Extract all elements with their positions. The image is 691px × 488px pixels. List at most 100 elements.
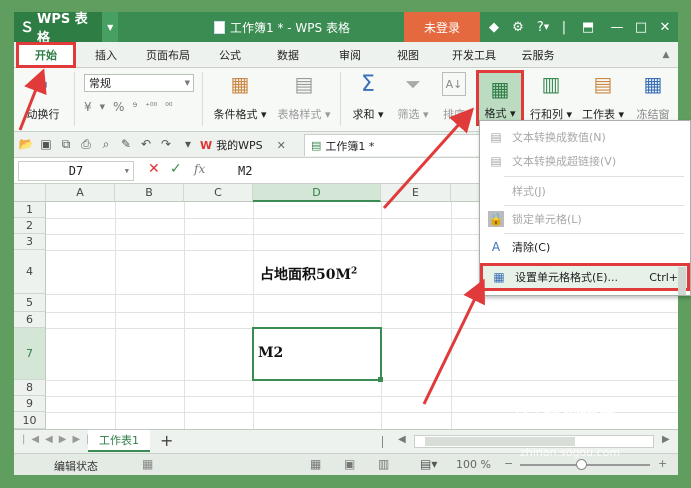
thousands-icon[interactable]: ⁹ xyxy=(132,100,137,114)
row-col-icon: ▥ xyxy=(541,72,561,96)
row-header-5[interactable]: 5 xyxy=(14,294,46,312)
sheet-tab-1[interactable]: 工作表1 xyxy=(88,430,150,452)
row-header-1[interactable]: 1 xyxy=(14,202,46,218)
filter-button[interactable]: ⏷ 筛选 ▾ xyxy=(392,72,434,122)
column-header-a[interactable]: A xyxy=(46,184,115,202)
sheet-nav-arrows[interactable]: |◀◀▶▶| xyxy=(22,434,96,445)
add-sheet-button[interactable]: + xyxy=(160,431,173,450)
tab-workbook[interactable]: ▤ 工作簿1 * ✕ xyxy=(304,134,504,156)
minimize-icon[interactable]: — xyxy=(606,12,628,42)
row-header-9[interactable]: 9 xyxy=(14,396,46,412)
export-icon[interactable]: ⧉ xyxy=(58,136,74,152)
tab-insert[interactable]: 插入 xyxy=(88,42,124,68)
gridline xyxy=(253,202,254,429)
row-header-8[interactable]: 8 xyxy=(14,380,46,396)
freeze-icon: ▦ xyxy=(643,72,663,96)
column-header-e[interactable]: E xyxy=(381,184,451,202)
tab-developer[interactable]: 开发工具 xyxy=(444,42,504,68)
currency-icon[interactable]: ¥ xyxy=(84,100,92,114)
table-style-button[interactable]: ▤ 表格样式 ▾ xyxy=(272,72,336,122)
zoom-slider[interactable] xyxy=(520,459,650,470)
formula-input[interactable]: M2 xyxy=(238,161,252,181)
settings-icon[interactable]: ⚙ xyxy=(508,12,528,42)
tab-my-wps[interactable]: W 我的WPS ✕ xyxy=(194,134,292,156)
save-icon[interactable]: ▣ xyxy=(38,136,54,152)
column-header-d[interactable]: D xyxy=(253,184,381,202)
edit-state-label: 编辑状态 xyxy=(54,460,98,473)
freeze-button[interactable]: ▦ 冻结窗 xyxy=(630,72,676,122)
increase-decimal-icon[interactable]: ⁺⁰⁰ xyxy=(145,102,157,112)
vertical-scrollbar[interactable] xyxy=(678,267,686,295)
zoom-slider-thumb[interactable] xyxy=(576,459,587,470)
number-format-select[interactable]: 常规 ▼ xyxy=(84,74,194,92)
menu-item-text-to-number[interactable]: ▤ 文本转换成数值(N) xyxy=(480,125,690,149)
page-break-view-icon[interactable]: ▥ xyxy=(378,457,389,471)
app-menu-button[interactable]: Ｓ WPS 表格 ▼ xyxy=(14,12,118,46)
confirm-icon[interactable]: ✓ xyxy=(170,161,182,177)
calendar-icon[interactable]: ▦ xyxy=(142,457,153,471)
chevron-up-icon[interactable]: ▲ xyxy=(658,42,674,68)
format-button[interactable]: ▦ 格式 ▾ xyxy=(476,70,524,126)
select-all-corner[interactable] xyxy=(14,184,46,202)
format-painter-icon[interactable]: ✎ xyxy=(118,136,134,152)
menu-item-style[interactable]: 样式(J) xyxy=(480,179,690,203)
zoom-in-icon[interactable]: + xyxy=(658,457,667,470)
cancel-icon[interactable]: ✕ xyxy=(148,161,160,177)
wrap-text-button[interactable]: ↵ 动换行 xyxy=(14,74,72,122)
tab-data[interactable]: 数据 xyxy=(270,42,306,68)
normal-view-icon[interactable]: ▦ xyxy=(310,457,321,471)
fill-handle[interactable] xyxy=(378,377,383,382)
row-header-6[interactable]: 6 xyxy=(14,312,46,328)
print-preview-icon[interactable]: ⌕ xyxy=(98,136,114,152)
zoom-level[interactable]: 100 % xyxy=(456,458,491,471)
redo-icon[interactable]: ↷ xyxy=(158,136,174,152)
menu-item-clear[interactable]: A 清除(C) xyxy=(480,235,690,259)
sum-button[interactable]: Σ 求和 ▾ xyxy=(346,72,390,122)
tab-review[interactable]: 审阅 xyxy=(332,42,368,68)
tab-formula[interactable]: 公式 xyxy=(212,42,248,68)
conditional-format-button[interactable]: ▦ 条件格式 ▾ xyxy=(208,72,272,122)
maximize-icon[interactable]: □ xyxy=(630,12,652,42)
zoom-out-icon[interactable]: − xyxy=(504,457,513,470)
menu-item-text-to-hyperlink[interactable]: ▤ 文本转换成超链接(V) xyxy=(480,149,690,173)
row-header-4[interactable]: 4 xyxy=(14,250,46,294)
row-header-10[interactable]: 10 xyxy=(14,412,46,429)
chevron-down-icon[interactable]: ▼ xyxy=(102,12,118,42)
row-header-7[interactable]: 7 xyxy=(14,328,46,380)
tab-cloud[interactable]: 云服务 xyxy=(514,42,562,68)
row-col-button[interactable]: ▥ 行和列 ▾ xyxy=(526,72,576,122)
cell-d4[interactable]: 占地面积50M2 xyxy=(260,264,357,284)
scroll-right-icon[interactable]: ▶ xyxy=(662,434,670,445)
sort-button[interactable]: A↓ 排序 xyxy=(436,72,472,122)
percent-button[interactable]: % xyxy=(113,100,124,114)
close-icon[interactable]: ✕ xyxy=(277,139,286,152)
worksheet-button[interactable]: ▤ 工作表 ▾ xyxy=(578,72,628,122)
print-icon[interactable]: ⎙ xyxy=(78,136,94,152)
fx-button[interactable]: fx xyxy=(194,162,205,176)
tab-start[interactable]: 开始 xyxy=(16,42,76,68)
open-folder-icon[interactable]: 📂 xyxy=(18,136,34,152)
close-icon[interactable]: ✕ xyxy=(654,12,676,42)
sigma-icon: Σ xyxy=(361,71,375,97)
login-button[interactable]: 未登录 xyxy=(404,12,480,42)
page-layout-view-icon[interactable]: ▣ xyxy=(344,457,355,471)
undo-icon[interactable]: ↶ xyxy=(138,136,154,152)
reading-mode-icon[interactable]: ▤▾ xyxy=(420,457,437,471)
column-header-b[interactable]: B xyxy=(115,184,184,202)
name-box[interactable]: D7 ▼ xyxy=(18,161,134,181)
scrollbar-thumb[interactable] xyxy=(425,437,575,446)
tab-view[interactable]: 视图 xyxy=(390,42,426,68)
menu-item-lock-cell[interactable]: 🔒 锁定单元格(L) xyxy=(480,207,690,231)
separator-icon: | xyxy=(561,19,567,35)
restore-panel-icon[interactable]: ⬒ xyxy=(576,12,600,42)
menu-item-format-cells[interactable]: ▦ 设置单元格格式(E)... Ctrl+1 xyxy=(480,263,690,291)
row-header-2[interactable]: 2 xyxy=(14,218,46,234)
scroll-left-icon[interactable]: ◀ xyxy=(398,434,406,445)
row-header-3[interactable]: 3 xyxy=(14,234,46,250)
decrease-decimal-icon[interactable]: ⁰⁰ xyxy=(165,102,172,112)
tab-page-layout[interactable]: 页面布局 xyxy=(138,42,198,68)
help-button[interactable]: ? ▼ xyxy=(532,12,554,42)
selected-cell-d7[interactable]: M2 xyxy=(252,327,383,382)
column-header-c[interactable]: C xyxy=(184,184,253,202)
skin-icon[interactable]: ◆ xyxy=(484,12,504,42)
